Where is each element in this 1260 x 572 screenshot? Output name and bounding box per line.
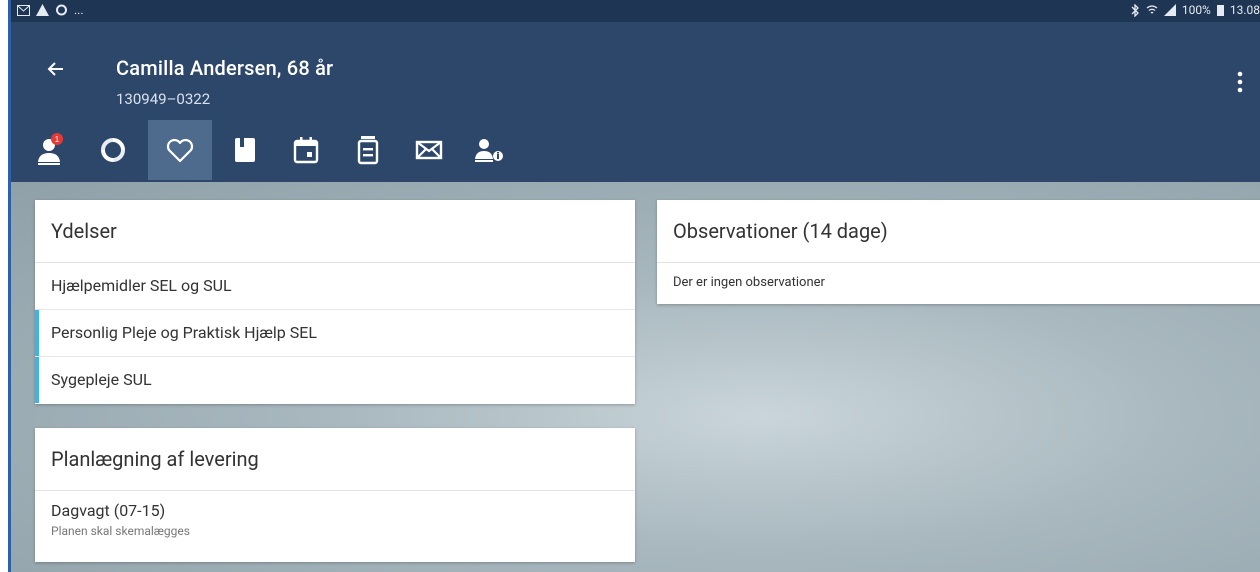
tab-cycle[interactable] [81,120,145,180]
sync-icon [56,4,67,16]
tab-patient-alerts[interactable]: 1 [21,120,85,180]
content-area: Ydelser Hjælpemidler SEL og SUL Personli… [11,182,1260,572]
message-icon [17,4,30,16]
plan-item-subtitle: Planen skal skemalægges [51,524,190,538]
overflow-menu-icon[interactable] [1236,70,1244,94]
patient-id: 130949–0322 [116,90,211,108]
patient-name: Camilla Andersen, 68 år [116,56,334,80]
signal-icon [1163,4,1176,16]
battery-percent: 100% [1181,3,1211,17]
app-window: ... 100% 13.08 Camilla Andersen, 68 år 1… [8,0,1260,572]
cycle-icon [101,138,125,162]
heart-icon [166,138,194,163]
status-more-text: ... [74,3,84,17]
book-icon [235,138,255,162]
plan-item-title: Dagvagt (07-15) [51,501,166,520]
tab-journal[interactable] [213,120,277,180]
observationer-empty-text: Der er ingen observationer [673,275,825,290]
plan-item-dagvagt[interactable]: Dagvagt (07-15) Planen skal skemalægges [35,491,635,546]
tab-medicine[interactable] [336,120,400,180]
app-bar: Camilla Andersen, 68 år 130949–0322 1 [11,22,1260,182]
alert-badge-count: 1 [55,135,60,144]
list-item-hjaelpemidler[interactable]: Hjælpemidler SEL og SUL [35,263,635,310]
observationer-card: Observationer (14 dage) Der er ingen obs… [657,200,1260,304]
clock: 13.08 [1229,3,1260,17]
bluetooth-icon [1131,3,1139,17]
tab-health[interactable] [148,120,212,180]
back-arrow-icon[interactable] [41,54,71,84]
observationer-title: Observationer (14 dage) [657,200,1260,263]
planlaegning-card: Planlægning af levering Dagvagt (07-15) … [35,428,635,562]
tab-calendar[interactable] [274,120,338,180]
warning-icon [36,4,49,16]
battery-icon [1216,5,1224,16]
tab-messages[interactable] [397,120,461,180]
ydelser-title: Ydelser [35,200,635,263]
ydelser-card: Ydelser Hjælpemidler SEL og SUL Personli… [35,200,635,404]
list-item-personlig-pleje[interactable]: Personlig Pleje og Praktisk Hjælp SEL [35,310,635,357]
planlaegning-title: Planlægning af levering [35,428,635,491]
medicine-icon [357,136,379,165]
calendar-icon [293,137,319,164]
list-item-sygepleje[interactable]: Sygepleje SUL [35,357,635,403]
patient-alert-icon: 1 [38,133,63,165]
tab-person-info[interactable] [457,120,521,180]
mail-icon [415,140,443,160]
tab-bar: 1 [11,120,1260,180]
wifi-icon [1146,5,1158,14]
person-info-icon [475,139,503,162]
status-bar: ... 100% 13.08 [11,0,1260,22]
